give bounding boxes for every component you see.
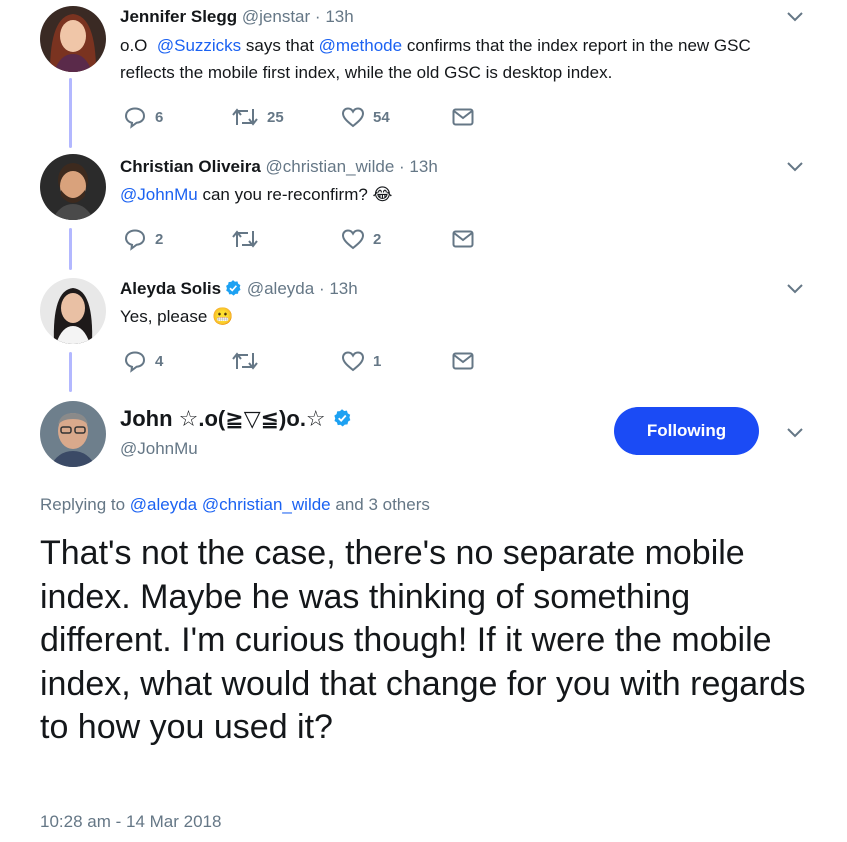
- reply-icon: [124, 107, 146, 129]
- retweet-button[interactable]: [231, 227, 259, 251]
- reply-icon: [124, 229, 146, 251]
- retweet-count: 25: [267, 108, 284, 126]
- reply-count: 4: [155, 352, 164, 370]
- thread-tweet-3[interactable]: Aleyda Solis @aleyda · 13h Yes, please 😬…: [0, 272, 847, 392]
- author-handle[interactable]: @jenstar: [242, 7, 310, 26]
- reply-count: 2: [155, 230, 164, 248]
- like-button[interactable]: 54: [341, 105, 390, 129]
- like-button[interactable]: 2: [341, 227, 381, 251]
- main-avatar[interactable]: [40, 401, 106, 467]
- text-prefix: o.O: [120, 36, 157, 55]
- tweet-header: Jennifer Slegg @jenstar · 13h: [120, 6, 354, 28]
- author-name[interactable]: Jennifer Slegg: [120, 7, 237, 26]
- like-count: 1: [373, 352, 382, 370]
- thread-line: [69, 228, 72, 270]
- like-icon: [341, 229, 365, 250]
- dm-button[interactable]: [451, 227, 475, 251]
- tweet-time[interactable]: 13h: [329, 279, 357, 298]
- dm-icon: [452, 108, 474, 126]
- text-mid: says that: [241, 36, 319, 55]
- chevron-down-icon[interactable]: [785, 160, 805, 174]
- avatar[interactable]: [40, 6, 106, 72]
- tweet-timestamp[interactable]: 10:28 am - 14 Mar 2018: [40, 811, 221, 833]
- tweet-header: Christian Oliveira @christian_wilde · 13…: [120, 156, 438, 178]
- grimacing-emoji: 😬: [212, 307, 234, 326]
- avatar[interactable]: [40, 278, 106, 344]
- retweet-button[interactable]: 25: [231, 105, 284, 129]
- thread-tweet-1[interactable]: Jennifer Slegg @jenstar · 13h o.O @Suzzi…: [0, 0, 847, 148]
- dm-button[interactable]: [451, 349, 475, 373]
- tweet-text: o.O @Suzzicks says that @methode confirm…: [120, 32, 800, 86]
- author-name[interactable]: Christian Oliveira: [120, 157, 261, 176]
- retweet-icon: [232, 108, 258, 126]
- thread-line: [69, 78, 72, 148]
- main-author-name-text: John ☆.o(≧▽≦)o.☆: [120, 406, 326, 431]
- tweet-header: Aleyda Solis @aleyda · 13h: [120, 278, 358, 300]
- author-name[interactable]: Aleyda Solis: [120, 279, 221, 298]
- main-author-name[interactable]: John ☆.o(≧▽≦)o.☆: [120, 404, 352, 434]
- like-count: 2: [373, 230, 382, 248]
- like-button[interactable]: 1: [341, 349, 381, 373]
- author-handle[interactable]: @christian_wilde: [266, 157, 395, 176]
- like-count: 54: [373, 108, 390, 126]
- main-tweet-text: That's not the case, there's no separate…: [40, 534, 806, 746]
- like-icon: [341, 351, 365, 372]
- dm-icon: [452, 230, 474, 248]
- laughing-emoji: 😂: [372, 185, 393, 204]
- replying-prefix: Replying to: [40, 495, 130, 514]
- tweet-text: Yes, please 😬: [120, 303, 800, 330]
- tweet-text: @JohnMu can you re-reconfirm? 😂: [120, 181, 800, 208]
- reply-button[interactable]: 2: [123, 227, 163, 251]
- chevron-down-icon[interactable]: [785, 282, 805, 296]
- reply-button[interactable]: 4: [123, 349, 163, 373]
- text-body: Yes, please: [120, 307, 212, 326]
- main-author-handle[interactable]: @JohnMu: [120, 438, 198, 460]
- text-body: can you re-reconfirm?: [197, 185, 373, 204]
- mention-link[interactable]: @aleyda: [130, 495, 197, 514]
- mention-link[interactable]: @JohnMu: [120, 185, 198, 204]
- verified-badge-icon: [226, 280, 241, 296]
- chevron-down-icon[interactable]: [785, 10, 805, 24]
- author-handle[interactable]: @aleyda: [247, 279, 314, 298]
- like-icon: [341, 107, 365, 128]
- replying-to: Replying to @aleyda @christian_wilde and…: [40, 494, 430, 516]
- separator-dot: ·: [314, 7, 321, 26]
- avatar[interactable]: [40, 154, 106, 220]
- dm-button[interactable]: [451, 105, 475, 129]
- thread-line: [69, 352, 72, 392]
- separator-dot: ·: [318, 279, 325, 298]
- replying-suffix[interactable]: and 3 others: [331, 495, 430, 514]
- thread-tweet-2[interactable]: Christian Oliveira @christian_wilde · 13…: [0, 150, 847, 272]
- verified-badge-icon: [333, 409, 350, 427]
- tweet-time[interactable]: 13h: [325, 7, 353, 26]
- dm-icon: [452, 352, 474, 370]
- retweet-icon: [232, 352, 258, 370]
- reply-icon: [124, 351, 146, 373]
- retweet-button[interactable]: [231, 349, 259, 373]
- reply-count: 6: [155, 108, 164, 126]
- chevron-down-icon[interactable]: [785, 426, 805, 440]
- mention-link[interactable]: @methode: [319, 36, 402, 55]
- mention-link[interactable]: @Suzzicks: [157, 36, 241, 55]
- retweet-icon: [232, 230, 258, 248]
- following-button[interactable]: Following: [614, 407, 759, 455]
- tweet-time[interactable]: 13h: [409, 157, 437, 176]
- reply-button[interactable]: 6: [123, 105, 163, 129]
- separator-dot: ·: [399, 157, 405, 176]
- mention-link[interactable]: @christian_wilde: [202, 495, 331, 514]
